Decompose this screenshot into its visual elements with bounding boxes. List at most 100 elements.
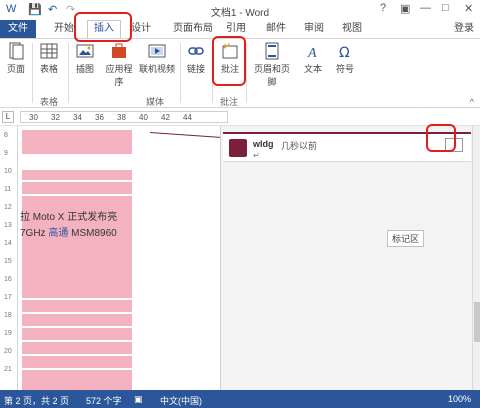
- annotation-ring-reply-icon: [426, 124, 456, 152]
- login-link[interactable]: 登录: [454, 20, 474, 38]
- ruler-tick: 34: [73, 113, 82, 122]
- vertical-ruler-tick: 14: [4, 240, 12, 247]
- minimize-button[interactable]: —: [420, 2, 431, 14]
- ruler-tick: 40: [139, 113, 148, 122]
- group-separator: [68, 43, 69, 103]
- word-count[interactable]: 572 个字: [86, 394, 122, 407]
- vertical-ruler-tick: 18: [4, 312, 12, 319]
- pages-icon: [9, 42, 24, 60]
- document-text: 7GHz: [20, 228, 49, 239]
- status-bar: 第 2 页，共 2 页 572 个字 ▣ 中文(中国) 100%: [0, 390, 480, 408]
- illustrations-button[interactable]: 插图: [72, 42, 98, 75]
- highlighted-block: [22, 370, 132, 390]
- ruler-tick: 44: [183, 113, 192, 122]
- group-label-media: 媒体: [146, 97, 165, 107]
- vertical-ruler-tick: 21: [4, 366, 12, 373]
- pages-label: 页面: [6, 64, 25, 74]
- vertical-ruler-tick: 20: [4, 348, 12, 355]
- online-video-button[interactable]: 联机视频: [138, 42, 176, 75]
- proofing-icon[interactable]: ▣: [134, 394, 143, 405]
- horizontal-ruler: L 30 32 34 36 38 40 42 44: [0, 108, 480, 126]
- title-bar: W 💾 ↶ ↷ 文档1 - Word ? ▣ — □ ✕: [0, 0, 480, 20]
- scrollbar-thumb[interactable]: [474, 302, 480, 342]
- illustrations-label: 插图: [75, 64, 94, 74]
- ruler-tick: 30: [29, 113, 38, 122]
- tab-review[interactable]: 审阅: [304, 20, 324, 38]
- close-button[interactable]: ✕: [464, 2, 473, 15]
- links-label: 链接: [186, 64, 205, 74]
- word-window: W 💾 ↶ ↷ 文档1 - Word ? ▣ — □ ✕ 文件 开始 插入 设计…: [0, 0, 480, 408]
- highlighted-block: [22, 328, 132, 340]
- text-label: 文本: [303, 64, 322, 74]
- svg-text:Ω: Ω: [339, 45, 350, 60]
- vertical-ruler: 8 9 10 11 12 13 14 15 16 17 18 19 20 21: [0, 126, 18, 390]
- vertical-ruler-tick: 16: [4, 276, 12, 283]
- group-separator: [32, 43, 33, 103]
- page-count[interactable]: 第 2 页，共 2 页: [4, 394, 69, 407]
- maximize-button[interactable]: □: [442, 2, 449, 14]
- highlighted-block: [22, 342, 132, 354]
- ruler-scale: 30 32 34 36 38 40 42 44: [20, 111, 228, 123]
- group-label-comments: 批注: [220, 97, 239, 107]
- document-page[interactable]: 拉 Moto X 正式发布亮 7GHz 高通 MSM8960: [18, 126, 242, 390]
- text-box-icon: A: [307, 46, 317, 60]
- table-icon: [40, 43, 58, 59]
- ruler-tick: 32: [51, 113, 60, 122]
- text-button[interactable]: A 文本: [300, 42, 326, 75]
- table-label: 表格: [39, 64, 58, 74]
- document-line: 7GHz 高通 MSM8960: [20, 224, 117, 239]
- highlighted-block: [22, 356, 132, 368]
- comment-author: wldg: [253, 139, 274, 149]
- header-footer-button[interactable]: 页眉和页脚: [250, 42, 294, 88]
- tab-file[interactable]: 文件: [0, 20, 36, 38]
- header-footer-icon: [265, 42, 279, 60]
- ruler-tick: 36: [95, 113, 104, 122]
- document-text: MSM8960: [68, 228, 117, 239]
- tab-mailings[interactable]: 邮件: [266, 20, 286, 38]
- tab-view[interactable]: 视图: [342, 20, 362, 38]
- ribbon-display-options-button[interactable]: ▣: [400, 2, 410, 15]
- language-indicator[interactable]: 中文(中国): [160, 394, 202, 407]
- document-link[interactable]: 高通: [48, 228, 68, 239]
- ruler-tick: 42: [161, 113, 170, 122]
- highlighted-block: [22, 182, 132, 194]
- vertical-scrollbar[interactable]: [472, 126, 480, 390]
- table-button[interactable]: 表格: [36, 42, 62, 75]
- symbols-button[interactable]: Ω 符号: [332, 42, 358, 75]
- markup-area: wldg 几秒以前 ↵ 标记区: [220, 126, 472, 390]
- highlighted-block: [22, 300, 132, 312]
- paragraph-mark: ↵: [253, 151, 260, 160]
- vertical-ruler-tick: 19: [4, 330, 12, 337]
- omega-icon: Ω: [339, 45, 350, 60]
- comment-time: 几秒以前: [281, 141, 318, 151]
- annotation-ring-insert-tab: [74, 12, 132, 42]
- apps-button[interactable]: 应用程序: [102, 42, 136, 88]
- link-icon: [188, 47, 204, 55]
- help-button[interactable]: ?: [380, 2, 386, 14]
- vertical-ruler-tick: 15: [4, 258, 12, 265]
- vertical-ruler-tick: 8: [4, 132, 8, 139]
- group-separator: [246, 43, 247, 103]
- tab-page-layout[interactable]: 页面布局: [173, 20, 213, 38]
- vertical-ruler-tick: 9: [4, 150, 8, 157]
- apps-label: 应用程序: [105, 64, 133, 87]
- annotation-ring-comment-button: [212, 36, 246, 86]
- group-label-tables: 表格: [40, 97, 59, 107]
- document-line: 拉 Moto X 正式发布亮: [20, 212, 118, 223]
- header-footer-label: 页眉和页脚: [253, 64, 290, 87]
- ruler-tick: 38: [117, 113, 126, 122]
- vertical-ruler-tick: 12: [4, 204, 12, 211]
- vertical-ruler-tick: 13: [4, 222, 12, 229]
- picture-icon: [76, 44, 94, 58]
- tab-design[interactable]: 设计: [131, 20, 151, 38]
- highlighted-block: [22, 314, 132, 326]
- collapse-ribbon-button[interactable]: ^: [470, 97, 474, 107]
- svg-text:A: A: [307, 46, 317, 60]
- document-area: 8 9 10 11 12 13 14 15 16 17 18 19 20 21: [0, 126, 480, 390]
- pages-button[interactable]: 页面: [4, 42, 28, 75]
- video-icon: [148, 44, 166, 58]
- tab-home[interactable]: 开始: [54, 20, 74, 38]
- links-button[interactable]: 链接: [184, 42, 208, 75]
- tab-selector[interactable]: L: [2, 111, 14, 123]
- zoom-level[interactable]: 100%: [448, 394, 471, 404]
